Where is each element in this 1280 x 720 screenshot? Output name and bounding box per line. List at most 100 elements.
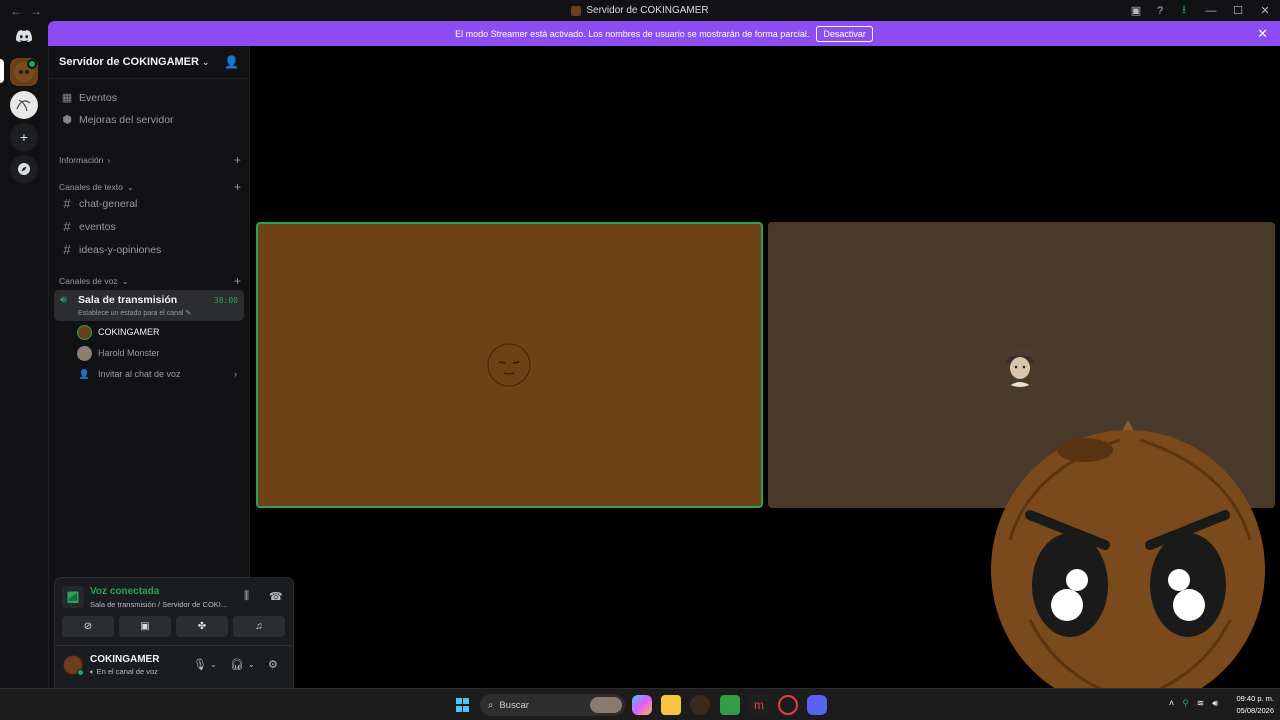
gear-icon[interactable]: ⚙	[268, 658, 278, 671]
activities-icon: ✤	[197, 621, 207, 632]
window-titlebar: ← → Servidor de COKINGAMER ▣ ? ⭳ — ☐ ✕	[0, 0, 1280, 21]
add-channel-icon[interactable]: +	[234, 274, 241, 288]
search-highlight-icon	[590, 697, 622, 713]
text-channel-chat-general[interactable]: # chat-general	[55, 193, 243, 214]
member-name: COKINGAMER	[98, 327, 160, 337]
soundboard-button[interactable]: ♫	[233, 616, 285, 637]
explore-compass-icon[interactable]	[10, 155, 38, 183]
voice-channel-status[interactable]: Establece un estado para el canal ✎	[78, 309, 191, 317]
signal-icon[interactable]: 📶︎	[62, 586, 84, 608]
voice-member-cokingamer[interactable]: COKINGAMER	[77, 322, 160, 342]
pencil-icon: ✎	[185, 310, 192, 317]
user-status-text: En el canal de voz	[96, 667, 158, 676]
online-status-dot	[77, 669, 84, 676]
hash-icon: #	[63, 219, 71, 234]
disconnect-icon[interactable]: ☎	[269, 590, 283, 603]
usb-icon[interactable]: ⚲	[1182, 698, 1189, 709]
wifi-icon[interactable]: ≋	[1197, 698, 1205, 709]
tile-avatar-cokingamer	[487, 343, 531, 387]
app-m-icon[interactable]: m	[749, 695, 769, 715]
text-channel-ideas[interactable]: # ideas-y-opiniones	[55, 239, 243, 260]
category-label: Información	[59, 155, 104, 165]
video-tile-cokingamer[interactable]	[256, 222, 763, 508]
channel-name: eventos	[79, 220, 116, 233]
channel-name: chat-general	[79, 197, 138, 210]
voice-connected-subtitle[interactable]: Sala de transmisión / Servidor de COKI..…	[90, 600, 227, 609]
add-channel-icon[interactable]: +	[234, 153, 241, 167]
coconut-overlay-image	[991, 420, 1265, 710]
noise-suppression-icon[interactable]: ⫼	[244, 590, 249, 603]
hash-icon: #	[63, 242, 71, 257]
invite-to-voice[interactable]: 👤 Invitar al chat de voz ›	[77, 364, 237, 384]
chevron-down-icon: ⌄	[126, 181, 134, 192]
chevron-down-icon: ⌄	[121, 275, 129, 286]
chevron-down-icon[interactable]: ⌄	[210, 660, 217, 669]
voice-channel-sala[interactable]: 🔊︎ Sala de transmisión 38:00 Establece u…	[54, 290, 244, 321]
voice-channel-timer: 38:00	[213, 296, 238, 305]
voice-connected-title[interactable]: Voz conectada	[90, 586, 159, 597]
system-tray: ˄ ⚲ ≋ 🔊︎	[1169, 698, 1218, 709]
help-icon[interactable]: ?	[1148, 0, 1172, 21]
avatar	[77, 345, 92, 361]
user-status: 🔈︎ En el canal de voz	[90, 667, 158, 676]
streamer-banner-text: El modo Streamer está activado. Los nomb…	[455, 28, 810, 39]
copilot-icon[interactable]	[632, 695, 652, 715]
camera-off-button[interactable]: ⊘	[62, 616, 114, 637]
add-server-icon[interactable]: +	[10, 123, 38, 151]
app-green-icon[interactable]	[720, 695, 740, 715]
close-window-icon[interactable]: ✕	[1250, 0, 1280, 21]
app-avatar-icon[interactable]	[690, 695, 710, 715]
microphone-icon[interactable]: 🎙︎	[193, 658, 207, 671]
add-channel-icon[interactable]: +	[234, 180, 241, 194]
download-icon[interactable]: ⭳	[1172, 0, 1196, 21]
clock-date: 05/08/2026	[1236, 706, 1274, 715]
maximize-icon[interactable]: ☐	[1226, 0, 1250, 21]
invite-people-icon[interactable]: 👤	[224, 55, 239, 69]
sidebar-item-label: Eventos	[79, 91, 117, 104]
user-name[interactable]: COKINGAMER	[90, 654, 159, 665]
discord-taskbar-icon[interactable]	[807, 695, 827, 715]
category-text-channels[interactable]: Canales de texto ⌄ +	[59, 180, 241, 194]
headphones-icon[interactable]: 🎧︎	[230, 658, 244, 671]
category-label: Canales de texto	[59, 182, 123, 192]
camera-off-icon: ⊘	[83, 621, 93, 632]
forward-arrow-icon[interactable]: →	[30, 4, 42, 18]
voice-channel-name: Sala de transmisión	[78, 294, 178, 306]
discord-home-icon[interactable]	[10, 22, 38, 50]
chevron-up-icon[interactable]: ˄	[1169, 698, 1174, 709]
sidebar-item-eventos[interactable]: ▦ Eventos	[55, 87, 243, 108]
category-informacion[interactable]: Información › +	[59, 153, 241, 167]
text-channel-eventos[interactable]: # eventos	[55, 216, 243, 237]
invite-label: Invitar al chat de voz	[98, 369, 181, 379]
volume-icon[interactable]: 🔊︎	[1212, 698, 1218, 709]
voice-member-harold[interactable]: Harold Monster	[77, 343, 160, 363]
window-title-text: Servidor de COKINGAMER	[586, 5, 709, 16]
divider	[55, 645, 293, 646]
chevron-down-icon[interactable]: ⌄	[248, 660, 255, 669]
opera-icon[interactable]	[778, 695, 798, 715]
screen-share-button[interactable]: ▣	[119, 616, 171, 637]
category-voice-channels[interactable]: Canales de voz ⌄ +	[59, 274, 241, 288]
server-header[interactable]: Servidor de COKINGAMER ⌄ 👤	[49, 46, 249, 79]
server-name: Servidor de COKINGAMER	[59, 56, 199, 68]
channel-sidebar: Servidor de COKINGAMER ⌄ 👤 ▦ Eventos ⬢ M…	[48, 46, 294, 720]
server-sketch-icon[interactable]	[10, 91, 38, 119]
taskbar-clock[interactable]: 09:40 p. m. 05/08/2026	[1236, 693, 1274, 717]
back-arrow-icon[interactable]: ←	[10, 4, 22, 18]
activities-button[interactable]: ✤	[176, 616, 228, 637]
close-banner-icon[interactable]: ✕	[1257, 26, 1268, 42]
streamer-mode-banner: El modo Streamer está activado. Los nomb…	[48, 21, 1280, 46]
selected-server-pill	[0, 59, 4, 83]
chevron-right-icon: ›	[234, 369, 237, 379]
sidebar-item-boosts[interactable]: ⬢ Mejoras del servidor	[55, 109, 243, 130]
file-explorer-icon[interactable]	[661, 695, 681, 715]
calendar-icon: ▦	[61, 92, 73, 104]
taskbar-search[interactable]: ⌕ Buscar	[480, 694, 625, 716]
minimize-icon[interactable]: —	[1196, 0, 1226, 21]
voice-status-text: Establece un estado para el canal	[78, 310, 184, 317]
windows-start-icon[interactable]	[453, 695, 473, 715]
inbox-icon[interactable]: ▣	[1124, 0, 1148, 21]
server-icon	[571, 5, 582, 16]
windows-taskbar: ⌕ Buscar m ˄ ⚲ ≋ 🔊︎ 09:40 p. m. 05/08/20…	[0, 688, 1280, 720]
deactivate-streamer-button[interactable]: Desactivar	[816, 25, 873, 42]
